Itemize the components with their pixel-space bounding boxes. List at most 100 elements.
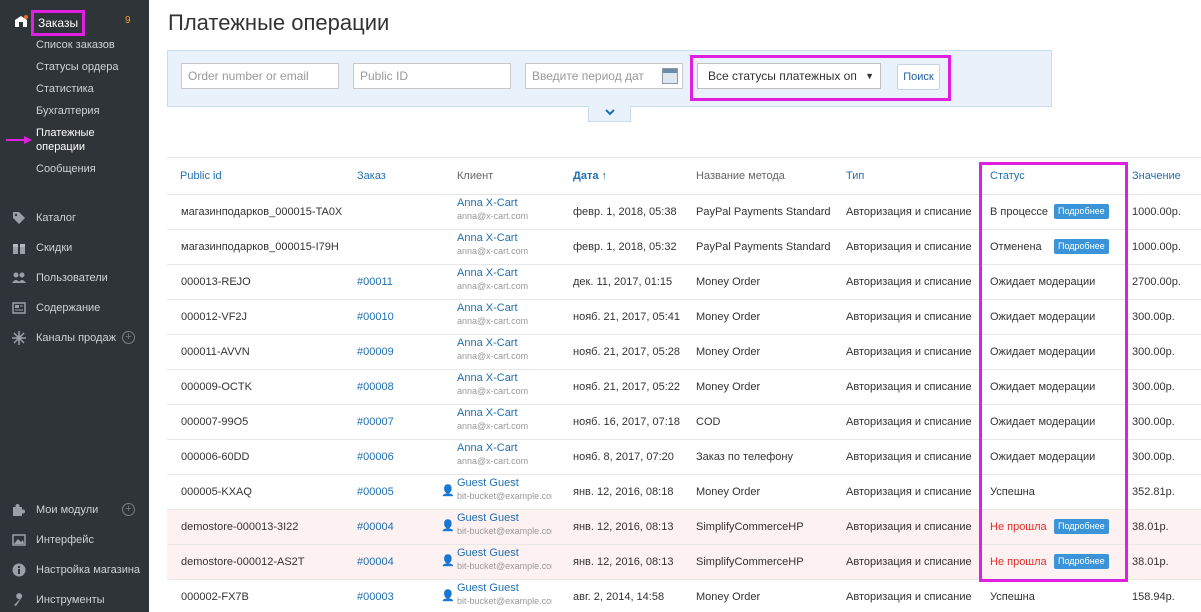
order-link[interactable]: #00011 bbox=[357, 276, 393, 288]
sidebar-item-channels[interactable]: Каналы продаж + bbox=[12, 330, 142, 346]
cell-client[interactable]: Guest Guest bit-bucket@example.com bbox=[457, 512, 552, 537]
sidebar-item-orders[interactable]: Заказы bbox=[31, 10, 86, 36]
puzzle-icon bbox=[13, 504, 25, 516]
status-column-highlight bbox=[979, 162, 1128, 582]
header-type[interactable]: Тип bbox=[846, 170, 864, 182]
order-link[interactable]: #00010 bbox=[357, 311, 394, 323]
client-name-link[interactable]: Anna X-Cart bbox=[457, 232, 528, 245]
wrench-icon bbox=[14, 593, 23, 606]
cell-public-id: магазинподарков_000015-I79H bbox=[181, 241, 339, 253]
add-icon[interactable]: + bbox=[122, 503, 135, 516]
cell-method: Money Order bbox=[696, 486, 761, 498]
sidebar-item-users[interactable]: Пользователи bbox=[12, 270, 142, 286]
sidebar-item-content[interactable]: Содержание bbox=[12, 300, 142, 316]
client-name-link[interactable]: Anna X-Cart bbox=[457, 197, 528, 210]
client-email: anna@x-cart.com bbox=[457, 246, 529, 256]
cell-client[interactable]: Anna X-Cart anna@x-cart.com bbox=[457, 442, 528, 467]
content-icon bbox=[12, 302, 26, 314]
cell-public-id: 000007-99O5 bbox=[181, 416, 249, 428]
cell-value: 2700.00р. bbox=[1132, 276, 1181, 288]
cell-client[interactable]: Guest Guest bit-bucket@example.com bbox=[457, 477, 552, 502]
sidebar-subitem-order-list[interactable]: Список заказов bbox=[36, 38, 115, 52]
client-name-link[interactable]: Anna X-Cart bbox=[457, 302, 528, 315]
cell-method: PayPal Payments Standard bbox=[696, 241, 831, 253]
public-id-input[interactable]: Public ID bbox=[353, 63, 511, 89]
header-public-id[interactable]: Public id bbox=[180, 170, 222, 182]
sidebar-item-wrench[interactable]: Инструменты bbox=[12, 592, 142, 608]
guest-user-icon: 👤 bbox=[441, 520, 455, 532]
order-link[interactable]: #00006 bbox=[357, 451, 394, 463]
order-link[interactable]: #00008 bbox=[357, 381, 394, 393]
order-link[interactable]: #00004 bbox=[357, 521, 394, 533]
cell-method: Money Order bbox=[696, 381, 761, 393]
order-link[interactable]: #00005 bbox=[357, 486, 394, 498]
add-icon[interactable]: + bbox=[122, 331, 135, 344]
cell-value: 352.81р. bbox=[1132, 486, 1175, 498]
search-button[interactable]: Поиск bbox=[897, 64, 940, 90]
cell-client[interactable]: Anna X-Cart anna@x-cart.com bbox=[457, 267, 528, 292]
sidebar-item-image[interactable]: Интерфейс bbox=[12, 532, 142, 548]
header-date[interactable]: Дата ↑ bbox=[573, 170, 607, 182]
cell-client[interactable]: Anna X-Cart anna@x-cart.com bbox=[457, 372, 528, 397]
client-email: anna@x-cart.com bbox=[457, 351, 529, 361]
client-email: bit-bucket@example.com bbox=[457, 526, 552, 536]
status-select[interactable]: Все статусы платежных оп ▼ bbox=[697, 63, 881, 89]
arrow-right-icon bbox=[6, 136, 32, 144]
sidebar-subitem-order-statuses[interactable]: Статусы ордера bbox=[36, 60, 119, 74]
client-email: bit-bucket@example.com bbox=[457, 491, 552, 501]
header-order[interactable]: Заказ bbox=[357, 170, 386, 182]
sidebar-item-tag[interactable]: Каталог bbox=[12, 210, 142, 226]
cell-type: Авторизация и списание bbox=[846, 451, 972, 463]
order-link[interactable]: #00007 bbox=[357, 416, 394, 428]
cell-type: Авторизация и списание bbox=[846, 346, 972, 358]
cell-date: нояб. 21, 2017, 05:28 bbox=[573, 346, 681, 358]
sidebar-item-puzzle[interactable]: Мои модули + bbox=[12, 502, 142, 518]
client-name-link[interactable]: Guest Guest bbox=[457, 512, 552, 525]
cell-client[interactable]: Guest Guest bit-bucket@example.com bbox=[457, 547, 552, 572]
sidebar-orders-header[interactable]: Заказы 9 bbox=[14, 10, 144, 36]
date-range-input[interactable]: Введите период дат bbox=[525, 63, 683, 89]
sidebar-subitem-messages[interactable]: Сообщения bbox=[36, 162, 96, 176]
cell-client[interactable]: Anna X-Cart anna@x-cart.com bbox=[457, 302, 528, 327]
client-name-link[interactable]: Anna X-Cart bbox=[457, 442, 528, 455]
cell-value: 38.01р. bbox=[1132, 556, 1169, 568]
client-name-link[interactable]: Anna X-Cart bbox=[457, 267, 528, 280]
client-name-link[interactable]: Anna X-Cart bbox=[457, 372, 528, 385]
order-link[interactable]: #00009 bbox=[357, 346, 394, 358]
cell-method: Money Order bbox=[696, 311, 761, 323]
client-name-link[interactable]: Guest Guest bbox=[457, 547, 552, 560]
cell-client[interactable]: Guest Guest bit-bucket@example.com bbox=[457, 582, 552, 607]
sidebar-item-label: Содержание bbox=[36, 302, 101, 314]
order-search-input[interactable]: Order number or email bbox=[181, 63, 339, 89]
client-name-link[interactable]: Anna X-Cart bbox=[457, 407, 528, 420]
cell-type: Авторизация и списание bbox=[846, 206, 972, 218]
cell-type: Авторизация и списание bbox=[846, 486, 972, 498]
calendar-icon[interactable] bbox=[662, 68, 678, 84]
table-row: 000002-FX7B #00003 👤 Guest Guest bit-bucket@… bbox=[167, 580, 1201, 612]
sidebar-item-label: Пользователи bbox=[36, 272, 108, 284]
order-link[interactable]: #00003 bbox=[357, 591, 394, 603]
expand-filters-toggle[interactable] bbox=[588, 106, 631, 122]
sidebar-item-info[interactable]: Настройка магазина bbox=[12, 562, 142, 578]
cell-method: SimplifyCommerceHP bbox=[696, 556, 804, 568]
header-method: Название метода bbox=[696, 170, 785, 182]
client-name-link[interactable]: Guest Guest bbox=[457, 582, 552, 595]
sidebar-subitem-payment-transactions[interactable]: Платежные операции bbox=[36, 126, 95, 154]
cell-client[interactable]: Anna X-Cart anna@x-cart.com bbox=[457, 197, 528, 222]
sidebar-item-label: Каналы продаж bbox=[36, 332, 116, 344]
guest-user-icon: 👤 bbox=[441, 590, 455, 602]
cell-date: нояб. 21, 2017, 05:22 bbox=[573, 381, 681, 393]
order-link[interactable]: #00004 bbox=[357, 556, 394, 568]
client-name-link[interactable]: Guest Guest bbox=[457, 477, 552, 490]
client-email: bit-bucket@example.com bbox=[457, 561, 552, 571]
cell-client[interactable]: Anna X-Cart anna@x-cart.com bbox=[457, 407, 528, 432]
cell-client[interactable]: Anna X-Cart anna@x-cart.com bbox=[457, 232, 528, 257]
cell-date: янв. 12, 2016, 08:13 bbox=[573, 521, 674, 533]
cell-date: нояб. 16, 2017, 07:18 bbox=[573, 416, 681, 428]
sidebar-item-gift[interactable]: Скидки bbox=[12, 240, 142, 256]
header-value[interactable]: Значение bbox=[1132, 170, 1181, 182]
client-name-link[interactable]: Anna X-Cart bbox=[457, 337, 528, 350]
cell-client[interactable]: Anna X-Cart anna@x-cart.com bbox=[457, 337, 528, 362]
sidebar-subitem-statistics[interactable]: Статистика bbox=[36, 82, 94, 96]
sidebar-subitem-accounting[interactable]: Бухгалтерия bbox=[36, 104, 100, 118]
